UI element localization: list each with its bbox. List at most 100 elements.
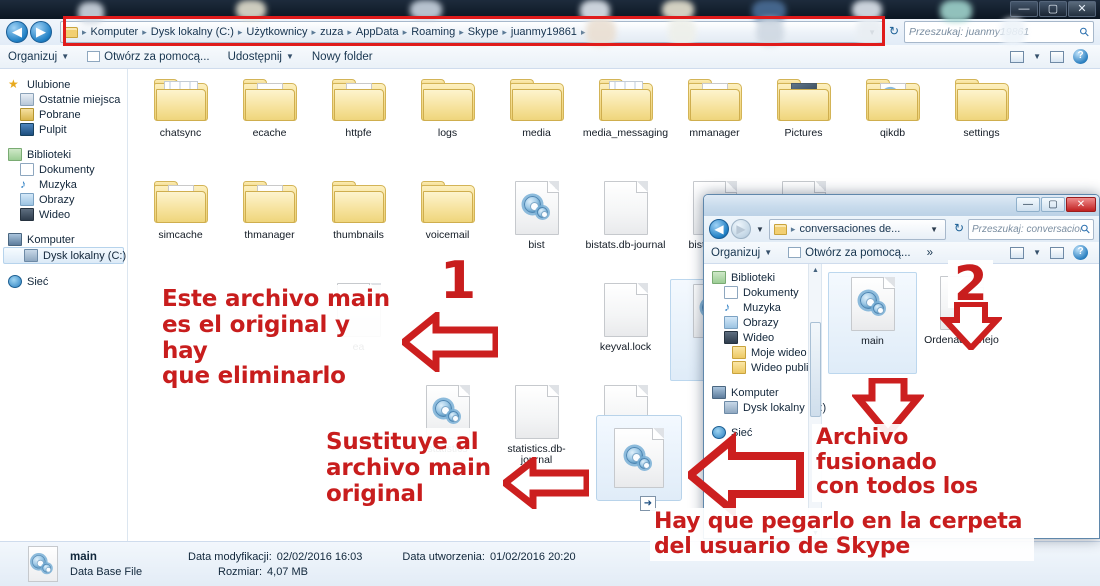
inner-sidebar-item-wideo-publiczne[interactable]: Wideo publiczne [704,360,821,375]
scrollbar-thumb[interactable] [810,322,821,417]
breadcrumb-item-dysk-lokalny[interactable]: Dysk lokalny (C:) [148,26,237,38]
inner-minimize-button[interactable]: — [1016,197,1040,212]
sidebar-item-label: Moje wideo [751,346,807,359]
desktop-icon [20,123,34,136]
file-item-keyval-lock[interactable]: keyval.lock [581,279,670,381]
inner-sidebar-item-komputer[interactable]: Komputer [704,385,821,400]
breadcrumb-item-uzytkownicy[interactable]: Użytkownicy [243,26,310,38]
change-view-icon[interactable] [1010,50,1025,63]
inner-refresh-button[interactable]: ↻ [950,218,968,240]
breadcrumb-item-appdata[interactable]: AppData [353,26,402,38]
file-name: settings [963,127,1000,139]
file-item-qikdb[interactable]: qikdb [848,75,937,177]
breadcrumb-item-skype[interactable]: Skype [465,26,502,38]
inner-breadcrumb-item[interactable]: conversaciones de... [796,223,903,235]
file-item-logs[interactable]: logs [403,75,492,177]
pictures-icon [20,193,34,206]
preview-pane-icon[interactable] [1050,246,1064,259]
breadcrumb-item-zuza[interactable]: zuza [317,26,346,38]
sidebar-item-komputer[interactable]: Komputer [0,232,127,247]
inner-sidebar-item-obrazy[interactable]: Obrazy [704,315,821,330]
file-item-bistats-db-journal[interactable]: bistats.db-journal [581,177,670,279]
inner-sidebar-item-dokumenty[interactable]: Dokumenty [704,285,821,300]
sidebar-item-muzyka[interactable]: ♪ Muzyka [0,177,127,192]
annotation-note-4: Hay que pegarlo en la cerpeta del usuari… [650,508,1034,562]
maximize-button[interactable]: ▢ [1039,1,1067,17]
file-item-media-messaging[interactable]: media_messaging [581,75,670,177]
file-name: httpfe [345,127,372,139]
sidebar-item-pobrane[interactable]: Pobrane [0,107,127,122]
file-item-settings[interactable]: settings [937,75,1026,177]
libraries-icon [712,271,726,284]
refresh-button[interactable]: ↻ [884,21,904,43]
inner-back-arrow-icon[interactable]: ◀ [709,219,729,239]
preview-pane-icon[interactable] [1050,50,1064,63]
file-item-httpfe[interactable]: httpfe [314,75,403,177]
help-icon[interactable]: ? [1073,245,1088,260]
chevron-down-icon[interactable]: ▼ [930,225,941,234]
new-folder-button[interactable]: Nowy folder [312,51,373,63]
breadcrumb-item-juanmy19861[interactable]: juanmy19861 [508,26,580,38]
inner-sidebar-item-biblioteki[interactable]: Biblioteki [704,270,821,285]
scroll-up-arrow-icon[interactable]: ▲ [809,264,822,277]
sidebar-item-ostatnie-miejsca[interactable]: Ostatnie miejsca [0,92,127,107]
inner-forward-arrow-icon[interactable]: ▶ [731,219,751,239]
chevron-down-icon[interactable]: ▼ [1033,52,1041,61]
inner-overflow-button[interactable]: » [927,247,933,259]
file-item-bist[interactable]: bist [492,177,581,279]
sidebar-item-wideo[interactable]: Wideo [0,207,127,222]
breadcrumb-item-komputer[interactable]: Komputer [88,26,142,38]
back-arrow-icon[interactable]: ◀ [6,21,28,43]
dragged-main-file[interactable] [596,415,682,501]
database-file-icon [614,428,664,488]
file-item-media[interactable]: media [492,75,581,177]
organize-menu[interactable]: Organizuj ▼ [8,51,69,63]
help-icon[interactable]: ? [1073,49,1088,64]
sidebar-item-siec[interactable]: Sieć [0,274,127,289]
file-item-pictures[interactable]: Pictures [759,75,848,177]
file-item-thumbnails[interactable]: thumbnails [314,177,403,279]
inner-file-item-main[interactable]: main [828,272,917,374]
open-with-button[interactable]: Otwórz za pomocą... [87,51,210,63]
inner-open-with-button[interactable]: Otwórz za pomocą... [788,247,911,259]
inner-organize-menu[interactable]: Organizuj ▼ [711,247,772,259]
inner-maximize-button[interactable]: ▢ [1041,197,1065,212]
inner-sidebar-item-dysk-lokalny[interactable]: Dysk lokalny (C:) [704,400,826,415]
inner-history-chevron-icon[interactable]: ▼ [756,225,764,234]
sidebar-item-dysk-lokalny[interactable]: Dysk lokalny (C:) [3,247,126,264]
inner-breadcrumb[interactable]: ▸ conversaciones de... ▼ [768,218,946,240]
sidebar-item-label: Sieć [27,275,49,288]
forward-arrow-icon[interactable]: ▶ [30,21,52,43]
inner-sidebar-item-muzyka[interactable]: ♪ Muzyka [704,300,821,315]
sidebar-item-obrazy[interactable]: Obrazy [0,192,127,207]
minimize-button[interactable]: — [1010,1,1038,17]
sidebar-item-label: Muzyka [743,301,781,314]
sidebar-item-dokumenty[interactable]: Dokumenty [0,162,127,177]
new-folder-label: Nowy folder [311,50,373,63]
sidebar-item-ulubione[interactable]: ★ Ulubione [0,77,127,92]
star-icon: ★ [8,77,19,91]
command-bar: Organizuj ▼ Otwórz za pomocą... Udostępn… [0,45,1100,69]
inner-close-button[interactable]: ✕ [1066,197,1096,212]
music-icon: ♪ [724,300,730,314]
file-name: thumbnails [333,229,384,241]
sidebar-item-biblioteki[interactable]: Biblioteki [0,147,127,162]
search-input[interactable]: Przeszukaj: juanmy19861 ⚲ [904,21,1094,43]
annotation-arrow-5 [940,302,1002,350]
change-view-icon[interactable] [1010,246,1025,259]
file-item-thmanager[interactable]: thmanager [225,177,314,279]
inner-search-input[interactable]: Przeszukaj: conversaciones ... ⚲ [968,218,1094,240]
file-item-simcache[interactable]: simcache [136,177,225,279]
breadcrumb-item-roaming[interactable]: Roaming [408,26,458,38]
file-item-mmanager[interactable]: mmanager [670,75,759,177]
status-size-value: 4,07 MB [267,565,308,578]
share-menu[interactable]: Udostępnij ▼ [228,51,294,63]
chevron-down-icon[interactable]: ▼ [1033,248,1041,257]
file-item-ecache[interactable]: ecache [225,75,314,177]
annotation-arrow-2 [503,457,589,509]
sidebar-item-pulpit[interactable]: Pulpit [0,122,127,137]
file-item-chatsync[interactable]: chatsync [136,75,225,177]
close-button[interactable]: ✕ [1068,1,1096,17]
inner-sidebar-item-moje-wideo[interactable]: Moje wideo [704,345,821,360]
inner-sidebar-item-wideo[interactable]: Wideo [704,330,821,345]
